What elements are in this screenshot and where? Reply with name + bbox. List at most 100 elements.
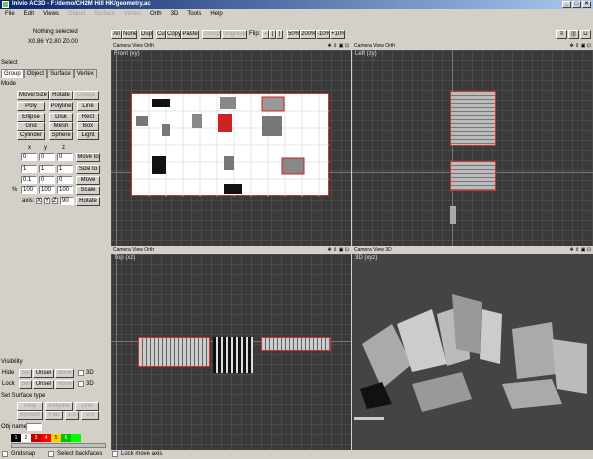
- flip-x-button[interactable]: -: [262, 30, 269, 39]
- size-y-field[interactable]: 1: [39, 165, 55, 173]
- obj-name-field[interactable]: [26, 423, 42, 431]
- layout-quad-icon[interactable]: ⊔: [580, 30, 591, 39]
- zoom-plus-10-button[interactable]: +10%: [330, 30, 345, 39]
- surf-1s-button[interactable]: 1-s: [65, 411, 79, 420]
- select-none-button[interactable]: None: [122, 30, 137, 39]
- cylinder-button[interactable]: Cylinder: [17, 131, 45, 140]
- move-y-field[interactable]: 0: [39, 153, 55, 161]
- close-button[interactable]: ×: [582, 1, 591, 8]
- viewport-tools-icon[interactable]: ✥ ⇕ ▣ ⊡: [570, 43, 591, 50]
- ellipse-button[interactable]: Ellipse: [17, 113, 45, 122]
- grid-button[interactable]: Grid: [17, 122, 45, 131]
- select-all-button[interactable]: All: [111, 30, 122, 39]
- move-delta-x-field[interactable]: 0.1: [21, 176, 37, 184]
- tab-surface[interactable]: Surface: [47, 69, 74, 78]
- surf-flat-button[interactable]: Flat: [45, 411, 63, 420]
- rotate-button[interactable]: Rotate: [49, 91, 73, 100]
- viewport-left[interactable]: Camera View Orth ✥ ⇕ ▣ ⊡ Left (zy): [352, 43, 593, 246]
- viewport-front[interactable]: Camera View Orth ✥ ⇕ ▣ ⊡ Front (xy): [111, 43, 351, 246]
- box-button[interactable]: Box: [77, 122, 99, 131]
- viewport-top[interactable]: Camera View Orth ✥ ⇕ ▣ ⊡ Top (xz): [111, 247, 351, 450]
- paste-button[interactable]: Paste: [181, 30, 199, 39]
- hide-sel-button[interactable]: Sel: [19, 369, 32, 378]
- size-z-field[interactable]: 1: [57, 165, 73, 173]
- minimize-button[interactable]: _: [562, 1, 571, 8]
- zoom-50-button[interactable]: 50%: [287, 30, 300, 39]
- palette-color-3[interactable]: 3: [31, 434, 41, 442]
- lock-none-button[interactable]: None: [55, 380, 74, 389]
- tab-group[interactable]: Group: [1, 69, 24, 78]
- disk-button[interactable]: Disk: [49, 113, 73, 122]
- palette-scrollbar[interactable]: [11, 443, 106, 448]
- palette-color-4[interactable]: 4: [41, 434, 51, 442]
- layout-single-icon[interactable]: ≡: [556, 30, 567, 39]
- layout-split-icon[interactable]: |||: [568, 30, 579, 39]
- lock-unsel-button[interactable]: Unsel: [33, 380, 54, 389]
- menu-file[interactable]: File: [5, 9, 15, 19]
- gridsnap-check[interactable]: [2, 451, 8, 457]
- menu-surface[interactable]: Surface: [94, 9, 115, 19]
- scale-button[interactable]: Scale: [76, 186, 100, 195]
- surf-polyline-button[interactable]: Polyline: [45, 402, 73, 411]
- rotate-angle-field[interactable]: 90: [60, 197, 74, 205]
- tab-object[interactable]: Object: [23, 69, 48, 78]
- duplicate-button[interactable]: Dup: [140, 30, 153, 39]
- surf-smooth-button[interactable]: Smooth: [17, 411, 43, 420]
- poly-button[interactable]: Poly: [17, 102, 45, 111]
- viewport-tools-icon[interactable]: ✥ ⇕ ▣ ⊡: [328, 43, 349, 50]
- palette-color-1[interactable]: 1: [11, 434, 21, 442]
- surf-2s-button[interactable]: 2-s: [81, 411, 99, 420]
- scale-y-field[interactable]: 100: [39, 186, 55, 194]
- menu-3d[interactable]: 3D: [171, 9, 179, 19]
- tab-vertex[interactable]: Vertex: [73, 69, 97, 78]
- rect-button[interactable]: Rect: [77, 113, 99, 122]
- move-z-field[interactable]: 0: [57, 153, 73, 161]
- create-button[interactable]: Create: [73, 91, 99, 100]
- palette-color-5[interactable]: 5: [51, 434, 61, 442]
- move-delta-z-field[interactable]: 0: [57, 176, 73, 184]
- copy-button[interactable]: Copy: [166, 30, 181, 39]
- zoom-minus-10-button[interactable]: -10%: [316, 30, 330, 39]
- group-button[interactable]: Group: [202, 30, 221, 39]
- surf-line-button[interactable]: Line: [75, 402, 99, 411]
- move-button[interactable]: Move: [76, 176, 100, 185]
- palette-color-7[interactable]: [71, 434, 81, 442]
- line-button[interactable]: Line: [77, 102, 99, 111]
- move-size-button[interactable]: Move/Size: [17, 91, 49, 100]
- menu-edit[interactable]: Edit: [24, 9, 34, 19]
- rotate-apply-button[interactable]: Rotate: [76, 197, 100, 206]
- menu-vertex[interactable]: Vertex: [124, 9, 141, 19]
- lock-3d-check[interactable]: [78, 381, 84, 387]
- flip-y-button[interactable]: |: [269, 30, 276, 39]
- light-button[interactable]: Light: [77, 131, 99, 140]
- hide-3d-check[interactable]: [78, 370, 84, 376]
- move-to-button[interactable]: Move to: [76, 153, 100, 162]
- flip-z-button[interactable]: |: [276, 30, 283, 39]
- menu-orth[interactable]: Orth: [150, 9, 162, 19]
- surf-poly-button[interactable]: Poly: [17, 402, 43, 411]
- ungroup-button[interactable]: Ungroup: [222, 30, 247, 39]
- menu-object[interactable]: Object: [68, 9, 85, 19]
- palette-color-2[interactable]: 2: [21, 434, 31, 442]
- hide-none-button[interactable]: None: [55, 369, 74, 378]
- size-x-field[interactable]: 1: [21, 165, 37, 173]
- scale-z-field[interactable]: 100: [57, 186, 73, 194]
- maximize-button[interactable]: □: [572, 1, 581, 8]
- viewport-tools-icon[interactable]: ✥ ⇕ ▣ ⊡: [570, 247, 591, 254]
- sphere-button[interactable]: Sphere: [49, 131, 73, 140]
- move-delta-y-field[interactable]: 0: [39, 176, 55, 184]
- palette-color-6[interactable]: 6: [61, 434, 71, 442]
- menu-tools[interactable]: Tools: [187, 9, 201, 19]
- hide-unsel-button[interactable]: Unsel: [33, 369, 54, 378]
- move-x-field[interactable]: 0: [21, 153, 37, 161]
- scale-x-field[interactable]: 100: [21, 186, 37, 194]
- viewport-3d[interactable]: Camera View 3D ✥ ⇕ ▣ ⊡ 3D (xyz): [352, 247, 593, 450]
- size-to-button[interactable]: Size to: [76, 165, 100, 174]
- mesh-button[interactable]: Mesh: [49, 122, 73, 131]
- zoom-200-button[interactable]: 200%: [300, 30, 316, 39]
- select-backfaces-check[interactable]: [48, 451, 54, 457]
- menu-help[interactable]: Help: [210, 9, 222, 19]
- viewport-tools-icon[interactable]: ✥ ⇕ ▣ ⊡: [328, 247, 349, 254]
- cut-button[interactable]: Cut: [156, 30, 166, 39]
- menu-views[interactable]: Views: [43, 9, 59, 19]
